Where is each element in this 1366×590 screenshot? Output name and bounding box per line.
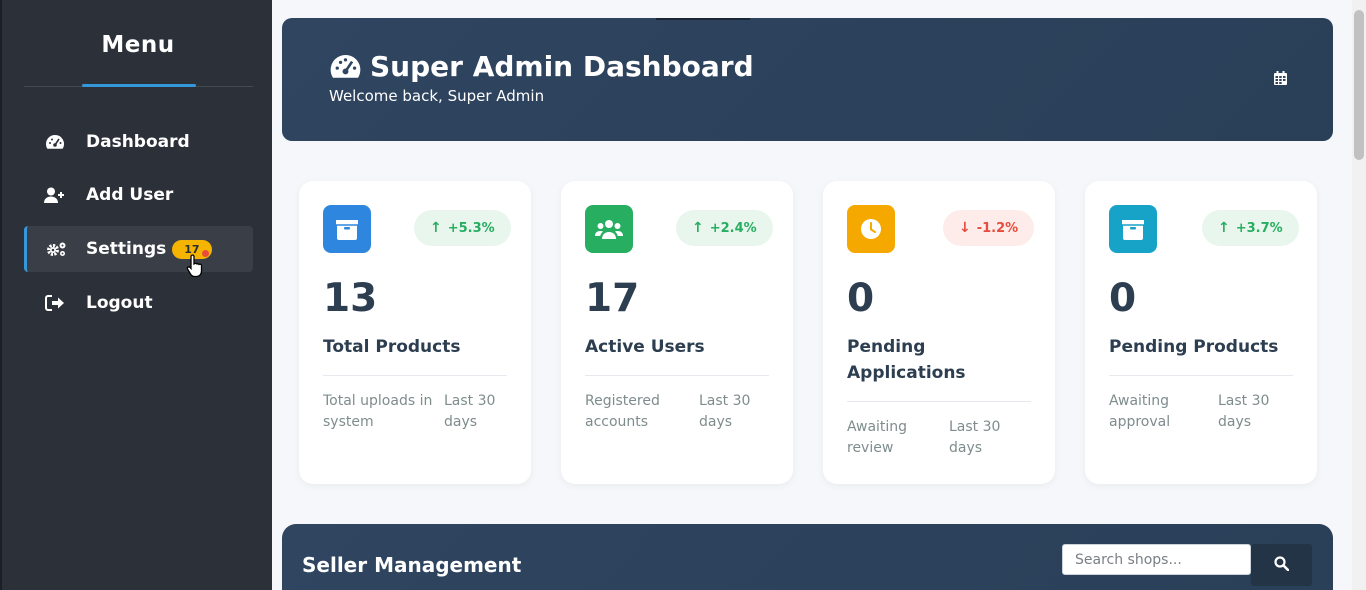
footer-description: Awaiting review <box>847 419 908 456</box>
user-plus-icon <box>24 187 86 203</box>
menu-title: Menu <box>101 32 175 58</box>
sidebar-item-label: Logout <box>86 293 153 313</box>
hand-cursor-icon <box>186 254 204 282</box>
footer-description: Registered accounts <box>585 393 660 430</box>
arrow-up-icon: ↑ <box>692 220 704 236</box>
stat-label: Total Products <box>323 337 461 357</box>
trend-badge: ↓ -1.2% <box>943 210 1035 246</box>
arrow-down-icon: ↓ <box>959 220 971 236</box>
trend-value: +3.7% <box>1235 220 1283 236</box>
tachometer-icon <box>329 53 362 80</box>
dashboard-header: Super Admin Dashboard Welcome back, Supe… <box>282 18 1333 141</box>
search-button[interactable] <box>1251 544 1312 586</box>
stat-value: 13 <box>323 276 378 321</box>
sidebar-item-logout[interactable]: Logout <box>24 280 253 326</box>
scrollbar-thumb[interactable] <box>1354 10 1364 160</box>
stat-card-pending-applications: ↓ -1.2% 0 Pending Applications Awaiting … <box>823 181 1055 484</box>
footer-period: Last 30 days <box>949 419 1001 456</box>
card-divider <box>1109 375 1293 376</box>
header-topline <box>656 18 750 20</box>
trend-value: -1.2% <box>976 220 1019 236</box>
page-scrollbar[interactable] <box>1352 0 1366 590</box>
card-divider <box>585 375 769 376</box>
stat-value: 0 <box>847 276 875 321</box>
stat-label: Active Users <box>585 337 705 357</box>
search-icon <box>1274 555 1290 575</box>
page-title-text: Super Admin Dashboard <box>370 50 754 83</box>
stat-value: 0 <box>1109 276 1137 321</box>
sign-out-icon <box>24 295 86 311</box>
cogs-icon <box>27 241 86 257</box>
box-icon <box>1109 205 1157 253</box>
stat-card-total-products: ↑ +5.3% 13 Total Products Total uploads … <box>299 181 531 484</box>
section-title: Seller Management <box>302 553 522 577</box>
trend-badge: ↑ +2.4% <box>676 210 773 246</box>
footer-period: Last 30 days <box>699 393 751 430</box>
seller-management-panel: Seller Management <box>282 524 1333 590</box>
card-divider <box>847 401 1031 402</box>
footer-description: Total uploads in system <box>323 393 433 430</box>
sidebar-item-settings[interactable]: Settings 17 <box>24 226 253 272</box>
sidebar-item-add-user[interactable]: Add User <box>24 172 253 218</box>
footer-description: Awaiting approval <box>1109 393 1171 430</box>
page-title: Super Admin Dashboard <box>329 50 754 83</box>
search-shops-input[interactable] <box>1062 544 1251 575</box>
stat-label: Pending Applications <box>847 337 966 383</box>
stat-card-active-users: ↑ +2.4% 17 Active Users Registered accou… <box>561 181 793 484</box>
tachometer-icon <box>24 134 86 150</box>
sidebar: Menu Dashboard Add User Settings 17 Logo… <box>0 0 272 590</box>
box-icon <box>323 205 371 253</box>
stat-value: 17 <box>585 276 640 321</box>
sidebar-item-label: Dashboard <box>86 132 190 152</box>
footer-period: Last 30 days <box>1218 393 1270 430</box>
calendar-icon[interactable] <box>1274 70 1287 89</box>
stat-card-pending-products: ↑ +3.7% 0 Pending Products Awaiting appr… <box>1085 181 1317 484</box>
clock-icon <box>847 205 895 253</box>
trend-value: +2.4% <box>709 220 757 236</box>
welcome-subtitle: Welcome back, Super Admin <box>329 87 545 105</box>
sidebar-item-label: Add User <box>86 185 174 205</box>
trend-badge: ↑ +5.3% <box>414 210 511 246</box>
footer-period: Last 30 days <box>444 393 496 430</box>
trend-badge: ↑ +3.7% <box>1202 210 1299 246</box>
menu-accent-bar <box>82 84 196 87</box>
arrow-up-icon: ↑ <box>1218 220 1230 236</box>
arrow-up-icon: ↑ <box>430 220 442 236</box>
card-divider <box>323 375 507 376</box>
sidebar-item-label: Settings <box>86 239 167 259</box>
sidebar-item-dashboard[interactable]: Dashboard <box>24 119 253 165</box>
users-icon <box>585 205 633 253</box>
stat-label: Pending Products <box>1109 337 1279 357</box>
trend-value: +5.3% <box>447 220 495 236</box>
